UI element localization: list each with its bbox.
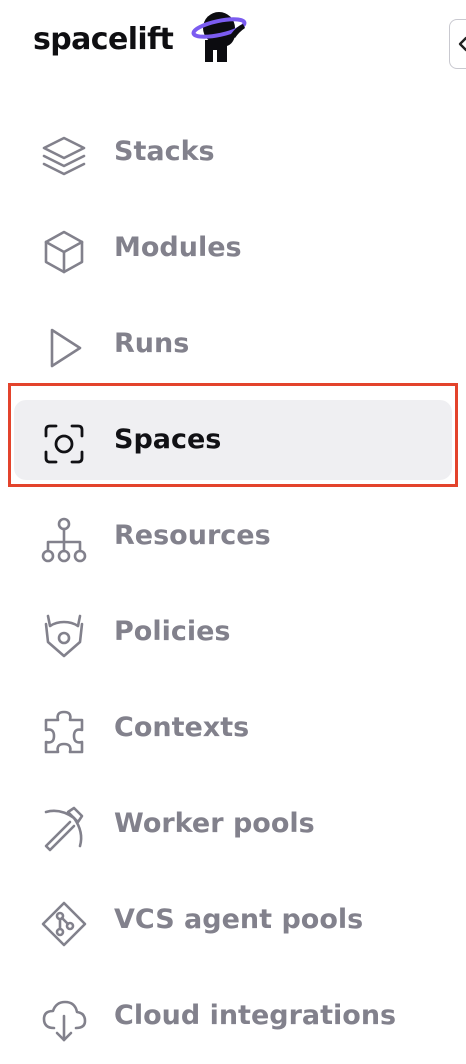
cube-icon [40, 228, 88, 276]
sidebar-item-spaces[interactable]: Spaces [14, 400, 452, 480]
logo-text: spacelift [33, 21, 174, 57]
sidebar-item-label: Resources [114, 520, 271, 551]
sidebar-item-label: Spaces [114, 424, 222, 455]
sidebar-item-label: Stacks [114, 136, 215, 167]
sidebar-item-stacks[interactable]: Stacks [14, 112, 452, 192]
sidebar-item-cloud-integrations[interactable]: Cloud integrations [14, 976, 452, 1056]
sidebar-item-label: Cloud integrations [114, 1000, 397, 1031]
sidebar: spacelift Stacks Modules Runs Spaces Res… [0, 0, 466, 1064]
hierarchy-icon [40, 516, 88, 564]
sidebar-item-policies[interactable]: Policies [14, 592, 452, 672]
sidebar-item-label: Modules [114, 232, 242, 263]
sidebar-item-contexts[interactable]: Contexts [14, 688, 452, 768]
focus-circle-icon [40, 420, 88, 468]
sidebar-item-label: Contexts [114, 712, 250, 743]
sidebar-item-label: Runs [114, 328, 190, 359]
sidebar-item-modules[interactable]: Modules [14, 208, 452, 288]
astronaut-mascot-icon [183, 6, 251, 66]
sidebar-item-worker-pools[interactable]: Worker pools [14, 784, 452, 864]
layers-icon [40, 132, 88, 180]
sidebar-item-label: Policies [114, 616, 231, 647]
pickaxe-icon [40, 804, 88, 852]
sidebar-item-resources[interactable]: Resources [14, 496, 452, 576]
shield-horns-icon [40, 612, 88, 660]
cloud-download-icon [40, 996, 88, 1044]
sidebar-item-label: Worker pools [114, 808, 315, 839]
git-branch-diamond-icon [40, 900, 88, 948]
sidebar-item-vcs-agent-pools[interactable]: VCS agent pools [14, 880, 452, 960]
collapse-sidebar-button[interactable] [449, 19, 466, 69]
sidebar-item-runs[interactable]: Runs [14, 304, 452, 384]
puzzle-icon [40, 708, 88, 756]
spacelift-logo[interactable]: spacelift [33, 4, 247, 74]
play-icon [40, 324, 88, 372]
sidebar-item-label: VCS agent pools [114, 904, 364, 935]
